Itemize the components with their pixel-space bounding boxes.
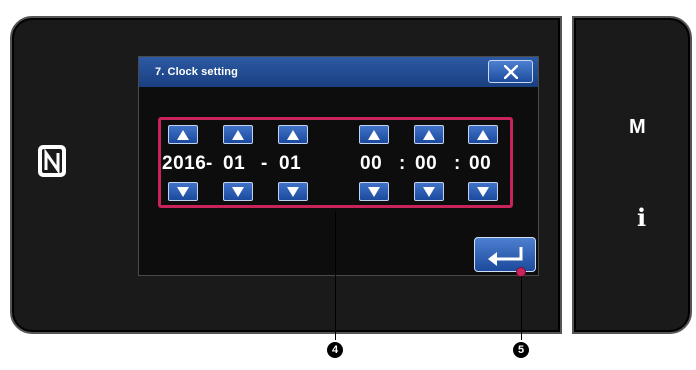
triangle-down-icon [287, 187, 299, 197]
nfc-icon [38, 145, 66, 177]
mode-key[interactable]: M [629, 116, 646, 139]
time-separator: : [399, 153, 406, 174]
triangle-down-icon [368, 187, 380, 197]
year-down-button[interactable] [168, 182, 198, 201]
minute-value: 00 [415, 153, 438, 174]
day-down-button[interactable] [278, 182, 308, 201]
time-separator: : [454, 153, 461, 174]
second-down-button[interactable] [468, 182, 498, 201]
second-value: 00 [469, 153, 492, 174]
triangle-down-icon [177, 187, 189, 197]
triangle-up-icon [177, 130, 189, 140]
triangle-up-icon [232, 130, 244, 140]
month-down-button[interactable] [223, 182, 253, 201]
second-up-button[interactable] [468, 125, 498, 144]
hour-value: 00 [360, 153, 383, 174]
close-icon [504, 65, 518, 79]
dialog-title: 7. Clock setting [155, 66, 238, 78]
triangle-up-icon [368, 130, 380, 140]
enter-arrow-icon [488, 247, 523, 266]
triangle-down-icon [423, 187, 435, 197]
dialog-titlebar: 7. Clock setting [139, 57, 538, 87]
callout-5: 5 [513, 342, 529, 358]
month-up-button[interactable] [223, 125, 253, 144]
info-key[interactable]: i [637, 203, 646, 232]
enter-button[interactable] [474, 237, 536, 272]
minute-up-button[interactable] [414, 125, 444, 144]
touch-screen: 7. Clock setting 2016 - 01 - 01 00: 00 … [138, 56, 539, 276]
hour-down-button[interactable] [359, 182, 389, 201]
date-separator: - [206, 153, 213, 174]
callout-4: 4 [327, 342, 343, 358]
day-value: 01 [279, 153, 302, 174]
callout-leader-line [521, 276, 522, 340]
month-value: 01 [223, 153, 246, 174]
triangle-up-icon [477, 130, 489, 140]
triangle-up-icon [287, 130, 299, 140]
year-value: 2016 [162, 153, 207, 174]
datetime-setting-group: 2016 - 01 - 01 00 : 00 : 00 [158, 117, 513, 208]
date-separator: - [261, 153, 268, 174]
close-button[interactable] [488, 60, 533, 83]
minute-down-button[interactable] [414, 182, 444, 201]
hour-up-button[interactable] [359, 125, 389, 144]
triangle-down-icon [477, 187, 489, 197]
side-panel [572, 16, 692, 334]
triangle-up-icon [423, 130, 435, 140]
callout-leader-line [335, 211, 336, 340]
year-up-button[interactable] [168, 125, 198, 144]
day-up-button[interactable] [278, 125, 308, 144]
triangle-down-icon [232, 187, 244, 197]
